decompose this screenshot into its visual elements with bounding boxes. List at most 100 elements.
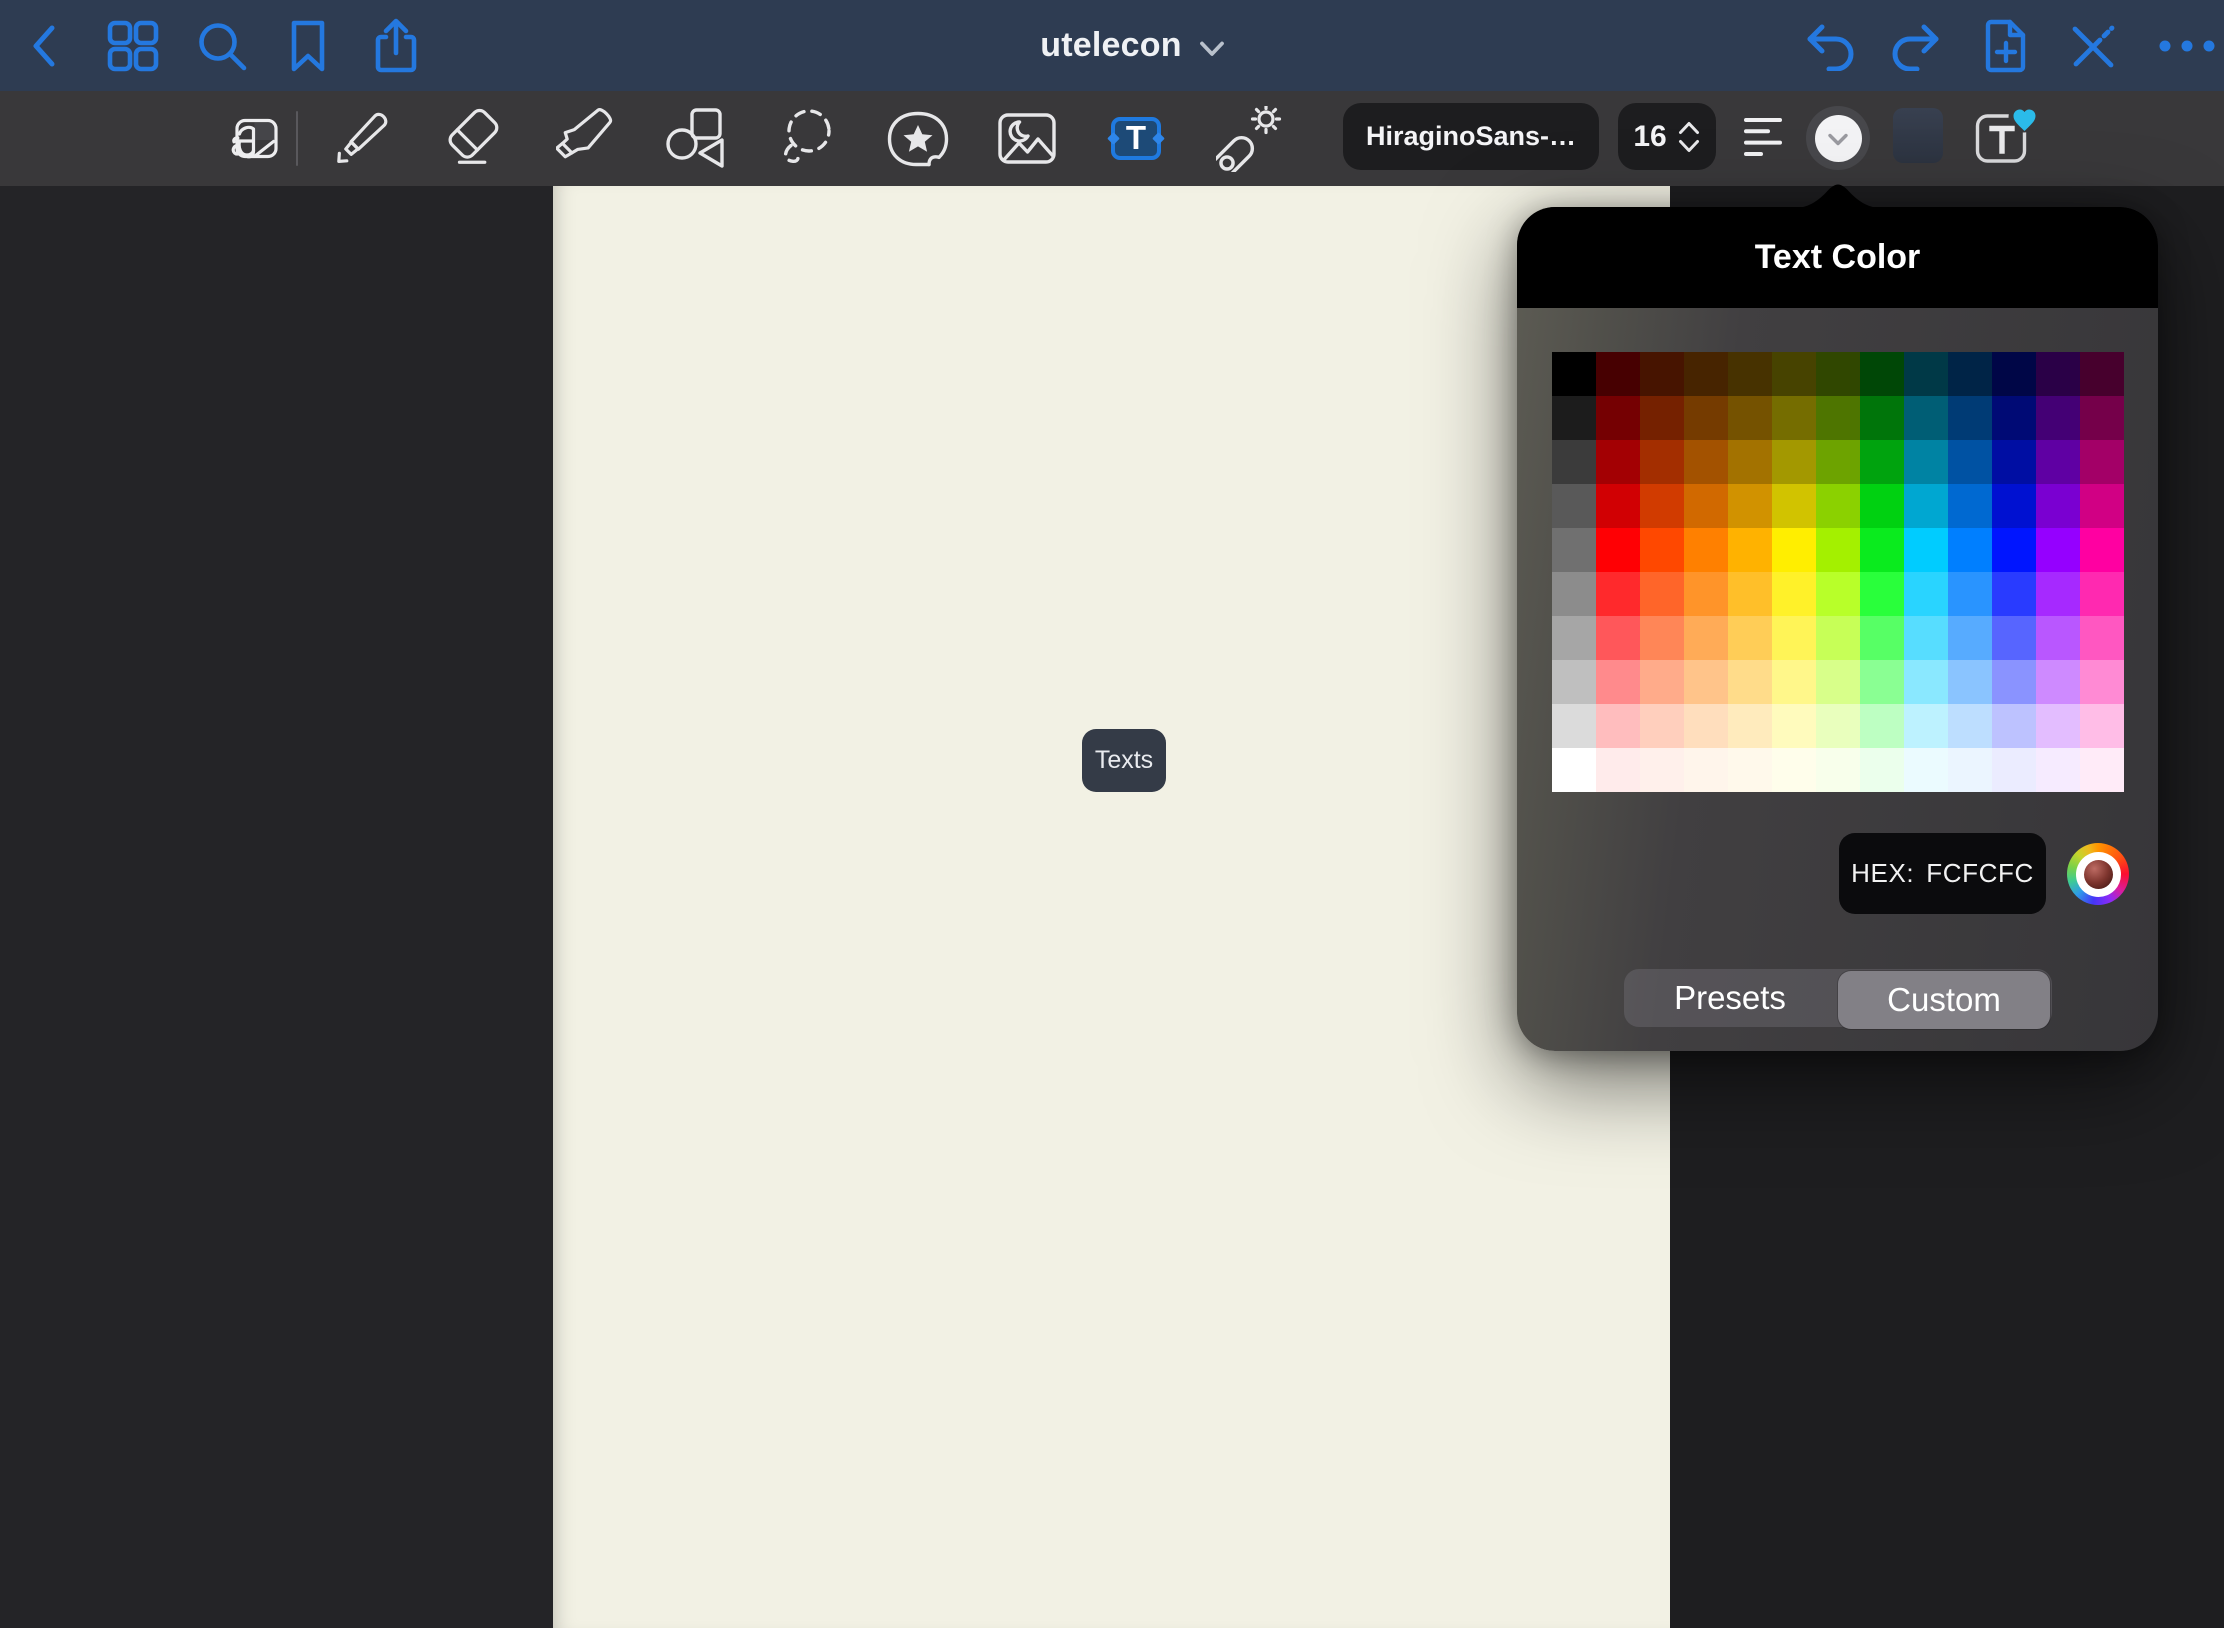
- tab-presets[interactable]: Presets: [1624, 969, 1836, 1027]
- grid-swatch[interactable]: [1552, 704, 1596, 748]
- grid-swatch[interactable]: [2036, 396, 2080, 440]
- grid-swatch[interactable]: [1728, 440, 1772, 484]
- grid-swatch[interactable]: [1596, 704, 1640, 748]
- grid-swatch[interactable]: [1596, 572, 1640, 616]
- grid-swatch[interactable]: [1772, 484, 1816, 528]
- grid-swatch[interactable]: [1640, 396, 1684, 440]
- grid-swatch[interactable]: [1860, 748, 1904, 792]
- grid-swatch[interactable]: [1552, 440, 1596, 484]
- grid-swatch[interactable]: [1904, 616, 1948, 660]
- grid-swatch[interactable]: [1552, 484, 1596, 528]
- grid-swatch[interactable]: [1992, 440, 2036, 484]
- grid-swatch[interactable]: [1816, 528, 1860, 572]
- grid-swatch[interactable]: [1816, 440, 1860, 484]
- grid-swatch[interactable]: [1948, 704, 1992, 748]
- grid-swatch[interactable]: [1772, 660, 1816, 704]
- grid-swatch[interactable]: [1904, 440, 1948, 484]
- grid-swatch[interactable]: [1904, 572, 1948, 616]
- lasso-tool[interactable]: [776, 91, 840, 186]
- grid-swatch[interactable]: [2080, 396, 2124, 440]
- grid-swatch[interactable]: [1816, 484, 1860, 528]
- grid-swatch[interactable]: [2080, 484, 2124, 528]
- grid-swatch[interactable]: [1816, 660, 1860, 704]
- grid-swatch[interactable]: [1904, 396, 1948, 440]
- grid-swatch[interactable]: [1772, 748, 1816, 792]
- grid-swatch[interactable]: [1772, 440, 1816, 484]
- text-style-button[interactable]: [1975, 100, 2047, 178]
- tab-custom[interactable]: Custom: [1838, 971, 2050, 1029]
- grid-swatch[interactable]: [1772, 572, 1816, 616]
- grid-swatch[interactable]: [1684, 352, 1728, 396]
- grid-swatch[interactable]: [2036, 660, 2080, 704]
- grid-swatch[interactable]: [2036, 484, 2080, 528]
- grid-swatch[interactable]: [1816, 748, 1860, 792]
- grid-swatch[interactable]: [1640, 528, 1684, 572]
- grid-swatch[interactable]: [1552, 616, 1596, 660]
- grid-swatch[interactable]: [2036, 528, 2080, 572]
- grid-swatch[interactable]: [1860, 440, 1904, 484]
- grid-swatch[interactable]: [1904, 352, 1948, 396]
- grid-swatch[interactable]: [1860, 352, 1904, 396]
- grid-swatch[interactable]: [1684, 616, 1728, 660]
- color-wheel-button[interactable]: [2067, 843, 2129, 905]
- sticker-tool[interactable]: [885, 91, 951, 186]
- shapes-tool[interactable]: [665, 91, 729, 186]
- grid-swatch[interactable]: [2080, 440, 2124, 484]
- grid-swatch[interactable]: [1684, 660, 1728, 704]
- grid-swatch[interactable]: [1948, 616, 1992, 660]
- grid-swatch[interactable]: [1992, 484, 2036, 528]
- grid-swatch[interactable]: [1860, 660, 1904, 704]
- grid-swatch[interactable]: [1992, 704, 2036, 748]
- grid-swatch[interactable]: [1596, 616, 1640, 660]
- pen-tool[interactable]: [335, 91, 399, 186]
- grid-swatch[interactable]: [1948, 528, 1992, 572]
- grid-swatch[interactable]: [1772, 528, 1816, 572]
- grid-swatch[interactable]: [1640, 440, 1684, 484]
- grid-swatch[interactable]: [1992, 572, 2036, 616]
- grid-swatch[interactable]: [1904, 660, 1948, 704]
- grid-swatch[interactable]: [1552, 528, 1596, 572]
- font-family-button[interactable]: HiraginoSans-…: [1343, 103, 1599, 170]
- grid-swatch[interactable]: [1904, 528, 1948, 572]
- grid-swatch[interactable]: [1992, 748, 2036, 792]
- grid-swatch[interactable]: [1640, 616, 1684, 660]
- grid-swatch[interactable]: [1552, 572, 1596, 616]
- grid-swatch[interactable]: [1772, 352, 1816, 396]
- grid-swatch[interactable]: [1728, 572, 1772, 616]
- grid-swatch[interactable]: [1552, 352, 1596, 396]
- grid-swatch[interactable]: [1728, 484, 1772, 528]
- grid-swatch[interactable]: [1772, 396, 1816, 440]
- grid-swatch[interactable]: [1640, 352, 1684, 396]
- grid-swatch[interactable]: [1816, 572, 1860, 616]
- grid-swatch[interactable]: [1728, 528, 1772, 572]
- grid-swatch[interactable]: [1948, 572, 1992, 616]
- grid-swatch[interactable]: [1684, 396, 1728, 440]
- grid-swatch[interactable]: [2036, 352, 2080, 396]
- grid-swatch[interactable]: [2036, 440, 2080, 484]
- grid-swatch[interactable]: [1948, 352, 1992, 396]
- image-tool[interactable]: [995, 91, 1059, 186]
- grid-swatch[interactable]: [1948, 748, 1992, 792]
- grid-swatch[interactable]: [2036, 748, 2080, 792]
- grid-swatch[interactable]: [1596, 528, 1640, 572]
- grid-swatch[interactable]: [2080, 660, 2124, 704]
- grid-swatch[interactable]: [1860, 528, 1904, 572]
- grid-swatch[interactable]: [1992, 616, 2036, 660]
- grid-swatch[interactable]: [1728, 748, 1772, 792]
- grid-swatch[interactable]: [1684, 484, 1728, 528]
- grid-swatch[interactable]: [1552, 396, 1596, 440]
- grid-swatch[interactable]: [1860, 572, 1904, 616]
- grid-swatch[interactable]: [1992, 396, 2036, 440]
- font-size-stepper[interactable]: 16: [1618, 103, 1716, 170]
- grid-swatch[interactable]: [1816, 616, 1860, 660]
- grid-swatch[interactable]: [1596, 748, 1640, 792]
- highlighter-tool[interactable]: [556, 91, 620, 186]
- grid-swatch[interactable]: [1992, 352, 2036, 396]
- grid-swatch[interactable]: [1640, 660, 1684, 704]
- laser-tool[interactable]: [1216, 91, 1282, 186]
- grid-swatch[interactable]: [2036, 704, 2080, 748]
- grid-swatch[interactable]: [1596, 440, 1640, 484]
- grid-swatch[interactable]: [1728, 396, 1772, 440]
- grid-swatch[interactable]: [1640, 704, 1684, 748]
- grid-swatch[interactable]: [2080, 528, 2124, 572]
